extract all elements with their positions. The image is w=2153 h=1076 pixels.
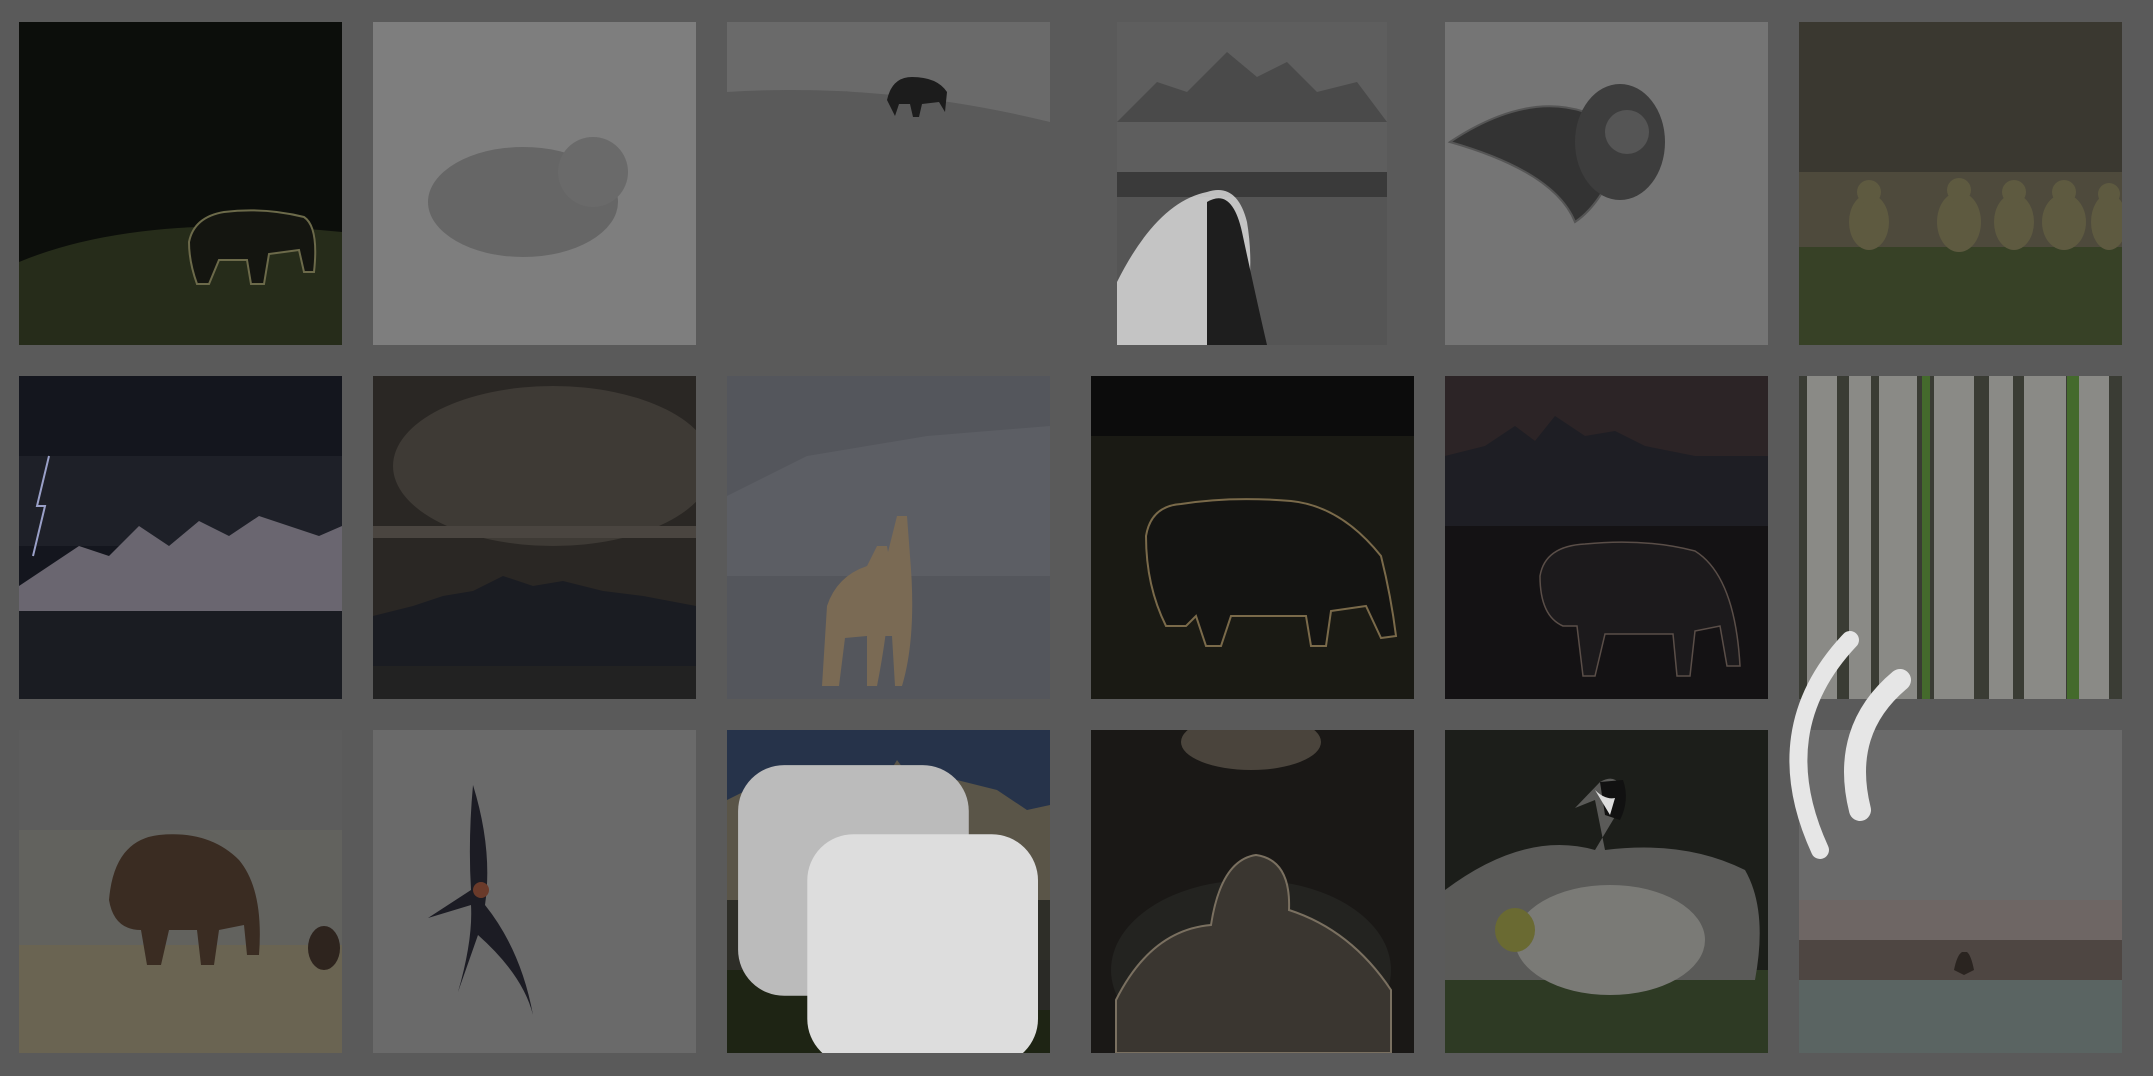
goslings-image [1799, 22, 2122, 345]
storm-clouds-image [373, 376, 696, 699]
photo-tile-bear-backlit[interactable] [1091, 376, 1414, 699]
photo-tile-goslings[interactable] [1799, 22, 2122, 345]
bison-dusk-image [1445, 376, 1768, 699]
photo-tile-bison-dusk[interactable] [1445, 376, 1768, 699]
photo-tile-swallow[interactable] [373, 730, 696, 1053]
photo-tile-owl-flying[interactable] [1445, 22, 1768, 345]
bear-snowstorm-image [373, 22, 696, 345]
photo-tile-backlit-gosling[interactable] [1091, 730, 1414, 1053]
photo-tile-storm-clouds[interactable] [373, 376, 696, 699]
grizzly-bear-image [19, 22, 342, 345]
pronghorn-pair-image [727, 376, 1050, 699]
photo-tile-bison-hillside[interactable] [727, 22, 1050, 345]
bison-hillside-image [727, 22, 1050, 345]
bear-backlit-image [1091, 376, 1414, 699]
photo-tile-goose-with-gosling[interactable] [1445, 730, 1768, 1053]
goose-with-gosling-image [1445, 730, 1768, 1053]
photo-tile-bison-prairie[interactable] [19, 730, 342, 1053]
photo-grid [0, 0, 2153, 1076]
photo-tile-bear-snowstorm[interactable] [373, 22, 696, 345]
photo-tile-horse-tetons[interactable] [1117, 22, 1387, 345]
swallow-image [373, 730, 696, 1053]
wifi-signal-icon [1789, 631, 1911, 859]
horse-tetons-image [1117, 22, 1387, 345]
bison-prairie-image [19, 730, 342, 1053]
owl-flying-image [1445, 22, 1768, 345]
multiple-photos-icon [738, 765, 1038, 1053]
photo-tile-teton-peaks[interactable] [727, 730, 1050, 1053]
lightning-tetons-image [19, 376, 342, 699]
backlit-gosling-image [1091, 730, 1414, 1053]
photo-tile-grizzly-bear[interactable] [19, 22, 342, 345]
photo-tile-pronghorn-pair[interactable] [727, 376, 1050, 699]
photo-tile-lightning-tetons[interactable] [19, 376, 342, 699]
